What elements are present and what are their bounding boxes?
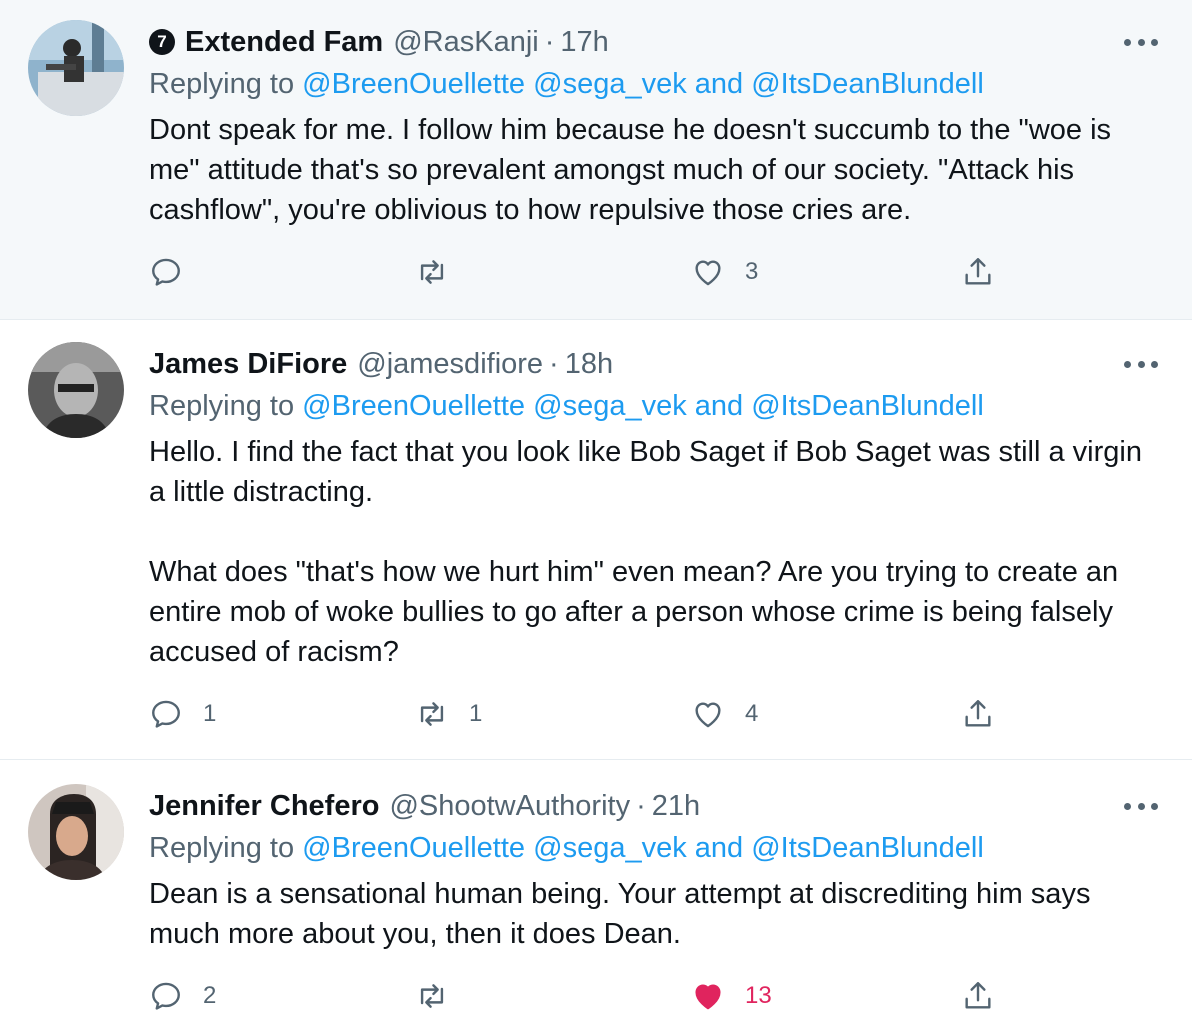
display-name[interactable]: Jennifer Chefero [149, 790, 379, 823]
mention-and: and [694, 832, 744, 864]
tweet-actions: 1 1 4 [149, 694, 1009, 734]
retweet-icon [420, 984, 444, 1008]
retweet-icon [420, 260, 444, 284]
more-options-button[interactable] [1124, 32, 1158, 52]
mention-link[interactable]: @sega_vek [533, 390, 687, 422]
retweet-count: 1 [469, 700, 483, 727]
mention-link[interactable]: @sega_vek [533, 832, 687, 864]
user-handle[interactable]: @jamesdifiore [357, 348, 543, 381]
more-icon [1124, 38, 1131, 46]
share-icon [965, 982, 991, 1009]
mention-link[interactable]: @BreenOuellette [302, 68, 525, 100]
replying-to-label: Replying to [149, 390, 295, 422]
heart-icon [695, 260, 721, 286]
tweet-actions: 2 13 [149, 976, 1009, 1016]
mention-link[interactable]: @BreenOuellette [302, 390, 525, 422]
like-count: 13 [745, 982, 772, 1009]
mention-link[interactable]: @ItsDeanBlundell [751, 390, 984, 422]
reply-icon [152, 700, 180, 728]
retweet-button[interactable]: 1 [415, 694, 482, 734]
replying-to: Replying to @BreenOuellette @sega_vek an… [149, 832, 984, 868]
mention-and: and [694, 68, 744, 100]
separator: · [636, 789, 646, 822]
retweet-button[interactable] [415, 976, 469, 1016]
reply-icon [152, 982, 180, 1010]
replying-to-label: Replying to [149, 832, 295, 864]
more-icon [1124, 802, 1131, 810]
like-button[interactable]: 4 [691, 694, 758, 734]
avatar-image [28, 20, 124, 116]
avatar-image [28, 342, 124, 438]
mention-link[interactable]: @BreenOuellette [302, 832, 525, 864]
share-button[interactable] [961, 252, 995, 292]
share-button[interactable] [961, 976, 995, 1016]
share-button[interactable] [961, 694, 995, 734]
more-icon [1124, 360, 1131, 368]
mention-link[interactable]: @ItsDeanBlundell [751, 68, 984, 100]
retweet-button[interactable] [415, 252, 469, 292]
replying-to-label: Replying to [149, 68, 295, 100]
replying-to: Replying to @BreenOuellette @sega_vek an… [149, 68, 984, 104]
retweet-icon [420, 702, 444, 726]
avatar[interactable] [28, 20, 124, 116]
separator: · [549, 347, 559, 380]
display-name[interactable]: Extended Fam [185, 26, 383, 59]
tweet-actions: 3 [149, 252, 1009, 292]
reply-count: 1 [203, 700, 217, 727]
replying-to: Replying to @BreenOuellette @sega_vek an… [149, 390, 984, 426]
share-icon [965, 700, 991, 727]
reply-button[interactable]: 2 [149, 976, 216, 1016]
tweet-text: Dean is a sensational human being. Your … [149, 878, 1099, 950]
avatar[interactable] [28, 784, 124, 880]
like-button[interactable]: 13 [691, 976, 772, 1016]
like-count: 4 [745, 700, 759, 727]
tweet[interactable]: Jennifer Chefero @ShootwAuthority · 21h … [0, 760, 1192, 1034]
reply-button[interactable]: 1 [149, 694, 216, 734]
more-options-button[interactable] [1124, 354, 1158, 374]
reply-count: 2 [203, 982, 217, 1009]
tweet-text: Hello. I find the fact that you look lik… [149, 436, 1142, 668]
mention-link[interactable]: @sega_vek [533, 68, 687, 100]
timestamp[interactable]: 18h [565, 348, 613, 381]
user-handle[interactable]: @ShootwAuthority [389, 790, 630, 823]
like-count: 3 [745, 258, 759, 285]
share-icon [965, 258, 991, 285]
timestamp[interactable]: 21h [652, 790, 700, 823]
display-name[interactable]: James DiFiore [149, 348, 347, 381]
separator: · [544, 25, 555, 58]
avatar-image [28, 784, 124, 880]
heart-icon [695, 984, 721, 1010]
more-options-button[interactable] [1124, 796, 1158, 816]
tweet-text: Dont speak for me. I follow him because … [149, 114, 1120, 226]
tweet[interactable]: 7 Extended Fam @RasKanji · 17h Replying … [0, 0, 1192, 320]
reply-icon [152, 258, 180, 286]
tweet[interactable]: James DiFiore @jamesdifiore · 18h Replyi… [0, 320, 1192, 760]
heart-icon [695, 702, 721, 728]
mention-link[interactable]: @ItsDeanBlundell [751, 832, 984, 864]
rank-badge: 7 [149, 29, 175, 55]
like-button[interactable]: 3 [691, 252, 758, 292]
mention-and: and [694, 390, 744, 422]
user-handle[interactable]: @RasKanji [393, 26, 539, 59]
avatar[interactable] [28, 342, 124, 438]
reply-button[interactable] [149, 252, 203, 292]
timestamp[interactable]: 17h [560, 26, 608, 59]
